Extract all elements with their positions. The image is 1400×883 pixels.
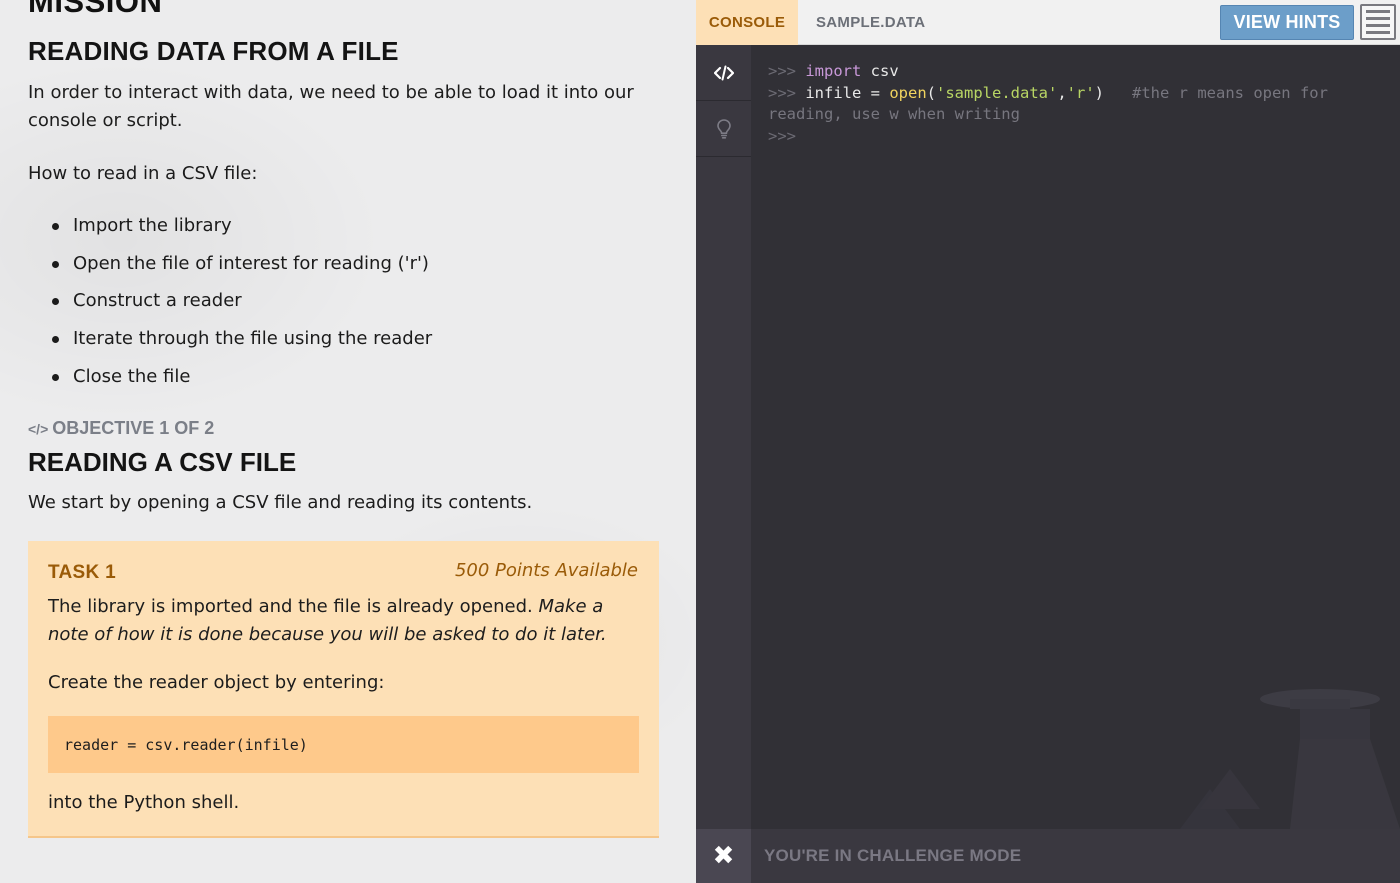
mission-panel: MISSION READING DATA FROM A FILE In orde…: [0, 0, 696, 883]
console-prompt: >>>: [768, 62, 806, 80]
task-text: The library is imported and the file is …: [48, 593, 643, 649]
objective-label-text: OBJECTIVE 1 OF 2: [52, 418, 215, 438]
background-illustration: [1180, 689, 1400, 829]
list-item: Construct a reader: [28, 287, 432, 325]
list-item: Iterate through the file using the reade…: [28, 325, 432, 363]
view-hints-button[interactable]: VIEW HINTS: [1220, 5, 1354, 40]
lightbulb-icon-svg: [716, 118, 731, 139]
editor-gutter: [696, 45, 751, 829]
editor-panel: CONSOLE SAMPLE.DATA VIEW HINTS >>> impor…: [696, 0, 1400, 883]
editor-topbar: CONSOLE SAMPLE.DATA VIEW HINTS: [696, 0, 1400, 45]
console-text: (: [926, 83, 936, 102]
code-icon: </>: [28, 420, 49, 437]
console-string: 'sample.data': [936, 83, 1058, 102]
console-string: 'r': [1066, 83, 1095, 102]
console-text: ,: [1057, 83, 1067, 102]
console-prompt: >>>: [768, 126, 796, 145]
steps-list: Import the library Open the file of inte…: [28, 212, 432, 400]
objective-description: We start by opening a CSV file and readi…: [28, 492, 533, 513]
task-code-block: reader = csv.reader(infile): [48, 716, 639, 773]
list-item: Open the file of interest for reading ('…: [28, 250, 432, 288]
console-prompt: >>>: [768, 83, 806, 102]
intro-text: In order to interact with data, we need …: [28, 82, 634, 131]
objective-label: </> OBJECTIVE 1 OF 2: [28, 418, 214, 439]
close-icon[interactable]: ✖: [696, 829, 751, 883]
task-card: TASK 1 500 Points Available The library …: [28, 541, 659, 838]
challenge-bar: ✖ YOU'RE IN CHALLENGE MODE: [696, 829, 1400, 883]
task-label: TASK 1: [48, 562, 116, 583]
console-function: open: [889, 83, 927, 102]
menu-icon[interactable]: [1360, 4, 1396, 40]
code-icon[interactable]: [696, 45, 751, 101]
task-after-text: into the Python shell.: [48, 792, 240, 813]
task-text-plain: The library is imported and the file is …: [48, 596, 539, 617]
section-title: READING DATA FROM A FILE: [28, 36, 399, 66]
objective-title: READING A CSV FILE: [28, 447, 297, 477]
tab-sample-data[interactable]: SAMPLE.DATA: [816, 0, 925, 45]
mission-heading: MISSION: [28, 0, 163, 19]
console-text: csv: [861, 62, 899, 80]
code-icon-svg: [713, 65, 734, 80]
lightbulb-icon[interactable]: [696, 101, 751, 157]
python-console[interactable]: >>> import csv >>> infile = open('sample…: [768, 61, 1368, 147]
howto-text: How to read in a CSV file:: [28, 163, 258, 184]
console-text: infile =: [805, 83, 890, 102]
challenge-mode-text: YOU'RE IN CHALLENGE MODE: [764, 846, 1022, 865]
console-text: ): [1094, 83, 1132, 102]
tab-console[interactable]: CONSOLE: [696, 0, 798, 45]
list-item: Import the library: [28, 212, 432, 250]
list-item: Close the file: [28, 363, 432, 401]
task-instruction: Create the reader object by entering:: [48, 672, 385, 693]
console-keyword: import: [805, 62, 862, 80]
task-points: 500 Points Available: [454, 560, 638, 581]
